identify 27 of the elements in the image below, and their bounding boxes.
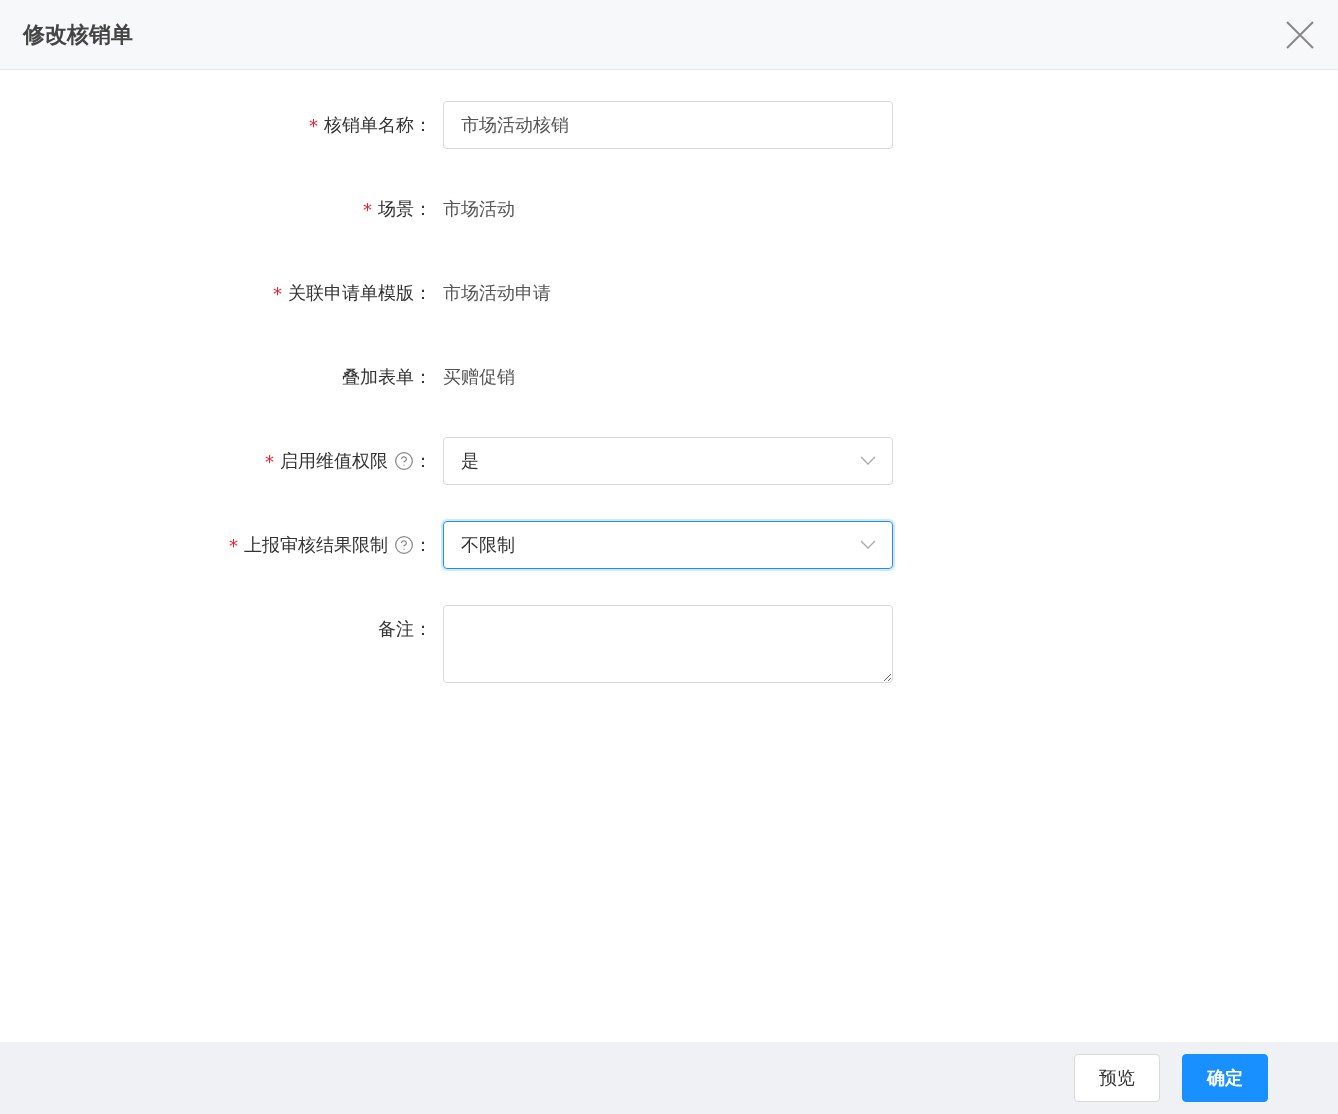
help-icon[interactable] [394,535,414,555]
field-value: 买赠促销 [443,365,516,389]
preview-button[interactable]: 预览 [1074,1054,1160,1102]
text-input-field[interactable]: 市场活动核销 [443,101,893,149]
required-asterisk: * [363,198,372,220]
chevron-down-icon [860,540,876,550]
field-label: 核销单名称： [324,113,432,137]
label-colon: ： [414,449,432,473]
field-label: 场景： [378,197,432,221]
help-icon[interactable] [394,451,414,471]
label-colon: ： [414,533,432,557]
close-button[interactable] [1284,18,1316,51]
dialog-title: 修改核销单 [23,20,133,49]
field-label: 上报审核结果限制 [244,533,388,557]
required-asterisk: * [265,450,274,472]
chevron-down-icon [860,456,876,466]
field-value: 市场活动申请 [443,281,552,305]
required-asterisk: * [273,282,282,304]
field-label: 叠加表单： [342,365,432,389]
select-field[interactable]: 不限制 [443,521,893,569]
field-label: 启用维值权限 [280,449,388,473]
field-value: 市场活动 [443,197,516,221]
select-field[interactable]: 是 [443,437,893,485]
required-asterisk: * [309,114,318,136]
field-label: 关联申请单模版： [288,281,432,305]
field-label: 备注： [378,617,432,641]
required-asterisk: * [229,534,238,556]
